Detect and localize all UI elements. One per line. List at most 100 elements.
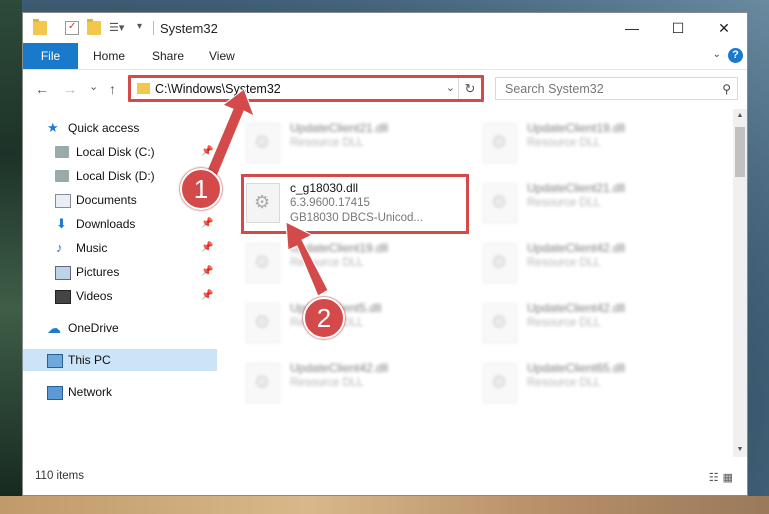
- expand-ribbon-icon[interactable]: ⌄: [713, 49, 721, 60]
- sidebar-item-quick-access[interactable]: ★ Quick access: [23, 117, 217, 139]
- pin-icon[interactable]: 📌: [201, 237, 213, 259]
- close-button[interactable]: ✕: [701, 13, 747, 43]
- sidebar-item-downloads[interactable]: ⬇ Downloads 📌: [23, 213, 217, 235]
- title-separator: [153, 21, 154, 35]
- title-bar: ✓ ☰▾ ▾ System32 — ☐ ✕: [23, 13, 747, 43]
- sidebar-item-label: Pictures: [76, 265, 120, 279]
- network-icon: [47, 386, 63, 400]
- minimize-button[interactable]: —: [609, 13, 655, 43]
- file-type: Resource DLL: [527, 137, 601, 149]
- dll-file-icon: [483, 303, 517, 343]
- file-item[interactable]: UpdateClient21.dll Resource DLL: [479, 177, 709, 229]
- file-name: UpdateClient19.dll: [527, 121, 626, 135]
- sidebar-item-this-pc[interactable]: This PC: [23, 349, 217, 371]
- tab-file[interactable]: File: [23, 43, 78, 69]
- file-name: UpdateClient19.dll: [290, 241, 389, 255]
- documents-icon: [55, 194, 71, 208]
- window-title: System32: [160, 21, 218, 36]
- forward-button[interactable]: →: [63, 81, 77, 97]
- large-icons-view-icon[interactable]: ▦: [723, 472, 737, 484]
- sidebar-item-videos[interactable]: Videos 📌: [23, 285, 217, 307]
- sidebar-item-local-disk-c[interactable]: Local Disk (C:) 📌: [23, 141, 217, 163]
- file-item[interactable]: UpdateClient65.dll Resource DLL: [479, 357, 709, 409]
- file-type: Resource DLL: [527, 197, 601, 209]
- file-item[interactable]: UpdateClient42.dll Resource DLL: [479, 297, 709, 349]
- scroll-down-icon[interactable]: ▼: [733, 443, 747, 457]
- dll-file-icon: [246, 363, 280, 403]
- file-highlight-box: [241, 174, 469, 234]
- back-button[interactable]: ←: [35, 81, 49, 97]
- search-input[interactable]: Search System32 ⚲: [495, 77, 738, 100]
- file-item[interactable]: UpdateClient21.dll Resource DLL: [242, 117, 472, 169]
- sidebar-item-music[interactable]: ♪ Music 📌: [23, 237, 217, 259]
- scrollbar-thumb[interactable]: [735, 127, 745, 177]
- file-name: UpdateClient42.dll: [527, 241, 626, 255]
- scroll-up-icon[interactable]: ▲: [733, 109, 747, 123]
- sidebar-item-label: Network: [68, 385, 113, 399]
- file-item[interactable]: UpdateClient42.dll Resource DLL: [242, 357, 472, 409]
- pin-icon[interactable]: 📌: [201, 213, 213, 235]
- file-type: Resource DLL: [290, 377, 364, 389]
- address-highlight-box: [128, 75, 484, 102]
- dll-file-icon: [246, 123, 280, 163]
- vertical-scrollbar[interactable]: ▲ ▼: [733, 109, 747, 457]
- navigation-bar: ← → ⌄ ↑ C:\Windows\System32 ⌄ ↻ Search S…: [23, 70, 747, 108]
- file-item[interactable]: UpdateClient5.dll Resource DLL: [242, 297, 472, 349]
- file-list: UpdateClient21.dll Resource DLL UpdateCl…: [217, 109, 733, 457]
- tab-home[interactable]: Home: [93, 43, 125, 69]
- up-button[interactable]: ↑: [109, 81, 116, 97]
- new-folder-icon[interactable]: [87, 19, 101, 35]
- dll-file-icon: [483, 243, 517, 283]
- step-2-badge: 2: [303, 297, 345, 339]
- file-explorer-window: ✓ ☰▾ ▾ System32 — ☐ ✕ File Home Share Vi…: [22, 12, 748, 496]
- sidebar-item-network[interactable]: Network: [23, 381, 217, 403]
- tab-view[interactable]: View: [209, 43, 235, 69]
- ribbon-tabs: File Home Share View ⌄ ?: [23, 43, 747, 70]
- file-name: UpdateClient42.dll: [527, 301, 626, 315]
- pin-icon[interactable]: 📌: [201, 141, 213, 163]
- sidebar-item-label: Documents: [76, 193, 137, 207]
- step-1-badge: 1: [180, 168, 222, 210]
- file-type: Resource DLL: [527, 377, 601, 389]
- file-type: Resource DLL: [290, 137, 364, 149]
- file-item[interactable]: UpdateClient19.dll Resource DLL: [242, 237, 472, 289]
- sidebar-item-label: Local Disk (D:): [76, 169, 155, 183]
- cloud-icon: ☁: [47, 320, 61, 336]
- file-name: UpdateClient65.dll: [527, 361, 626, 375]
- maximize-button[interactable]: ☐: [655, 13, 701, 43]
- dll-file-icon: [483, 363, 517, 403]
- recent-locations-button[interactable]: ⌄: [89, 80, 98, 93]
- tab-share[interactable]: Share: [152, 43, 184, 69]
- downloads-icon: ⬇: [56, 216, 67, 231]
- sidebar-item-label: Quick access: [68, 121, 140, 135]
- videos-icon: [55, 290, 71, 304]
- file-item[interactable]: UpdateClient19.dll Resource DLL: [479, 117, 709, 169]
- file-name: UpdateClient21.dll: [527, 181, 626, 195]
- sidebar-item-onedrive[interactable]: ☁ OneDrive: [23, 317, 217, 339]
- file-name: UpdateClient42.dll: [290, 361, 389, 375]
- customize-toolbar-icon[interactable]: ☰▾: [109, 21, 124, 35]
- quick-access-dropdown-icon[interactable]: ▾: [137, 21, 151, 35]
- pictures-icon: [55, 266, 71, 280]
- details-view-icon[interactable]: ☷: [709, 472, 723, 484]
- file-item[interactable]: UpdateClient42.dll Resource DLL: [479, 237, 709, 289]
- sidebar-item-label: Local Disk (C:): [76, 145, 155, 159]
- sidebar-item-label: Music: [76, 241, 108, 255]
- properties-icon[interactable]: ✓: [65, 21, 79, 35]
- sidebar-item-pictures[interactable]: Pictures 📌: [23, 261, 217, 283]
- pin-icon[interactable]: 📌: [201, 261, 213, 283]
- sidebar-item-label: Videos: [76, 289, 113, 303]
- drive-icon: [55, 170, 69, 182]
- music-icon: ♪: [56, 240, 63, 255]
- sidebar-item-label: OneDrive: [68, 321, 119, 335]
- help-icon[interactable]: ?: [728, 48, 743, 63]
- dll-file-icon: [483, 183, 517, 223]
- desktop-background-bottom: [0, 496, 769, 514]
- dll-file-icon: [483, 123, 517, 163]
- view-toggle[interactable]: ☷▦: [709, 471, 737, 484]
- search-icon[interactable]: ⚲: [722, 82, 731, 96]
- item-count: 110 items: [35, 470, 85, 482]
- drive-icon: [55, 146, 69, 158]
- sidebar-item-label: Downloads: [76, 217, 136, 231]
- pin-icon[interactable]: 📌: [201, 285, 213, 307]
